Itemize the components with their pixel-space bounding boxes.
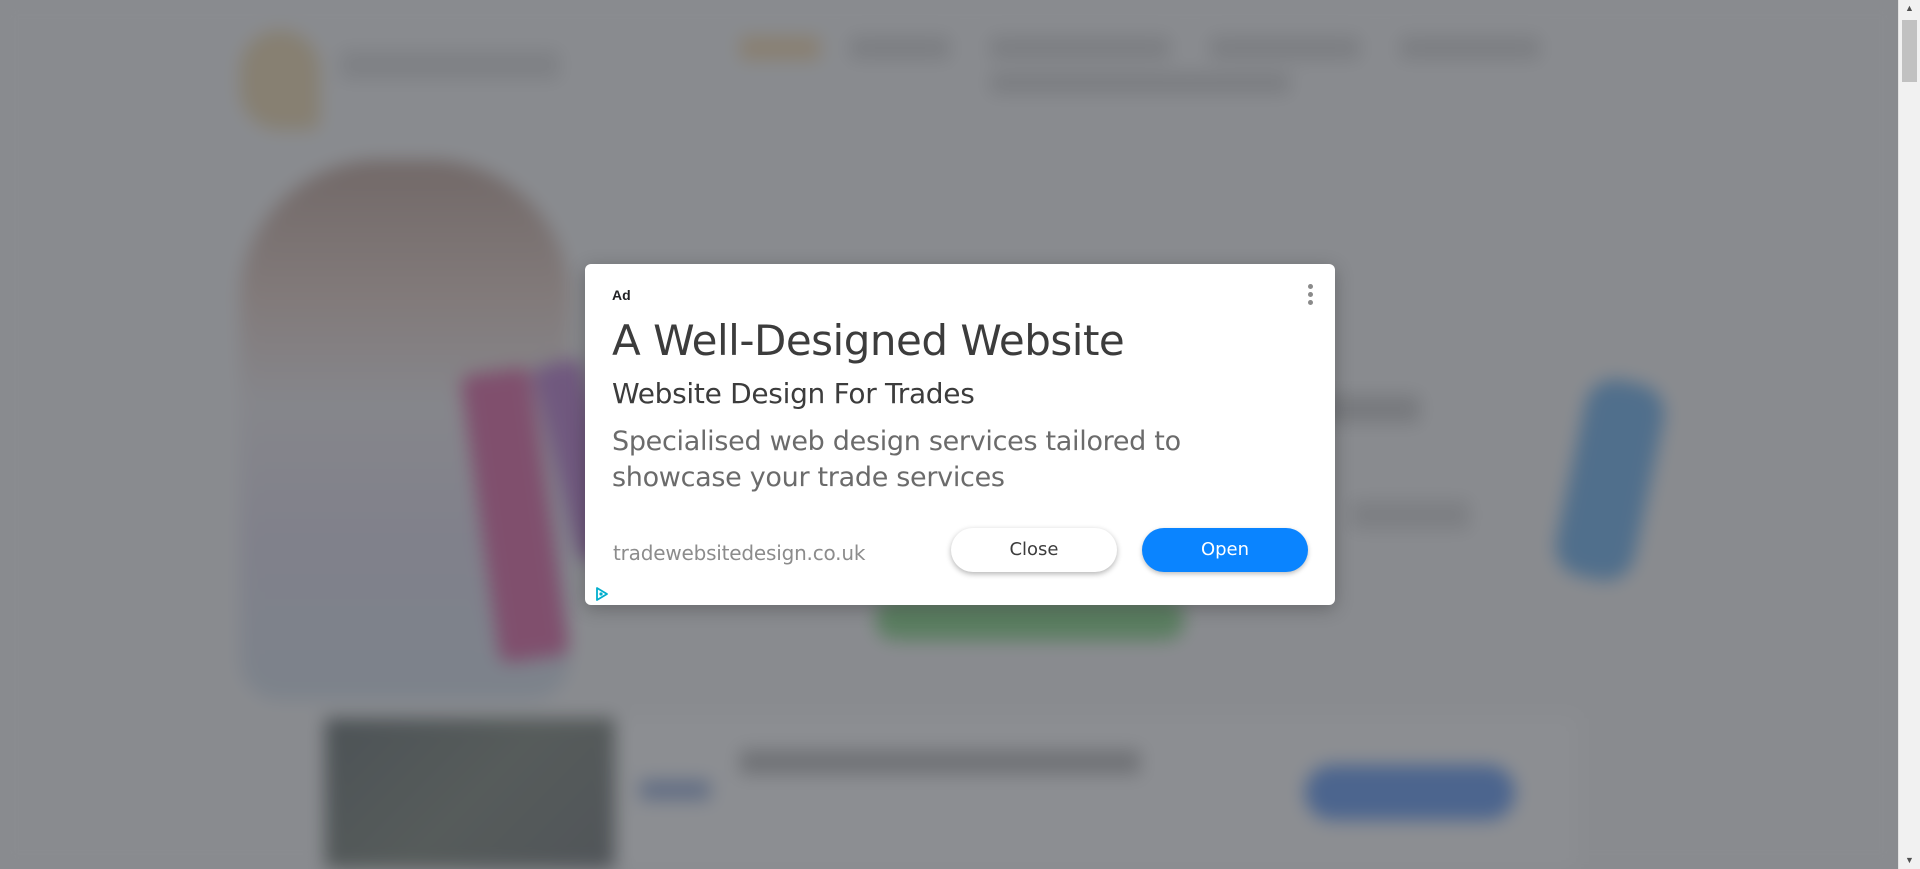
ad-description[interactable]: Specialised web design services tailored… [612, 424, 1252, 496]
ad-display-url[interactable]: tradewebsitedesign.co.uk [613, 541, 865, 565]
page-scrollbar[interactable]: ▲ ▼ [1898, 0, 1920, 869]
ad-label: Ad [612, 287, 631, 303]
scrollbar-thumb[interactable] [1902, 20, 1917, 82]
interstitial-ad-dialog: Ad A Well-Designed Website Website Desig… [585, 264, 1335, 605]
ad-headline[interactable]: A Well-Designed Website [612, 316, 1125, 365]
more-vert-icon[interactable] [1301, 282, 1319, 308]
open-button[interactable]: Open [1142, 528, 1308, 572]
close-button[interactable]: Close [951, 528, 1117, 572]
ad-subheadline[interactable]: Website Design For Trades [612, 377, 975, 410]
scroll-up-arrow-icon[interactable]: ▲ [1899, 0, 1920, 17]
scroll-down-arrow-icon[interactable]: ▼ [1899, 852, 1920, 869]
adchoices-icon[interactable] [594, 586, 610, 602]
